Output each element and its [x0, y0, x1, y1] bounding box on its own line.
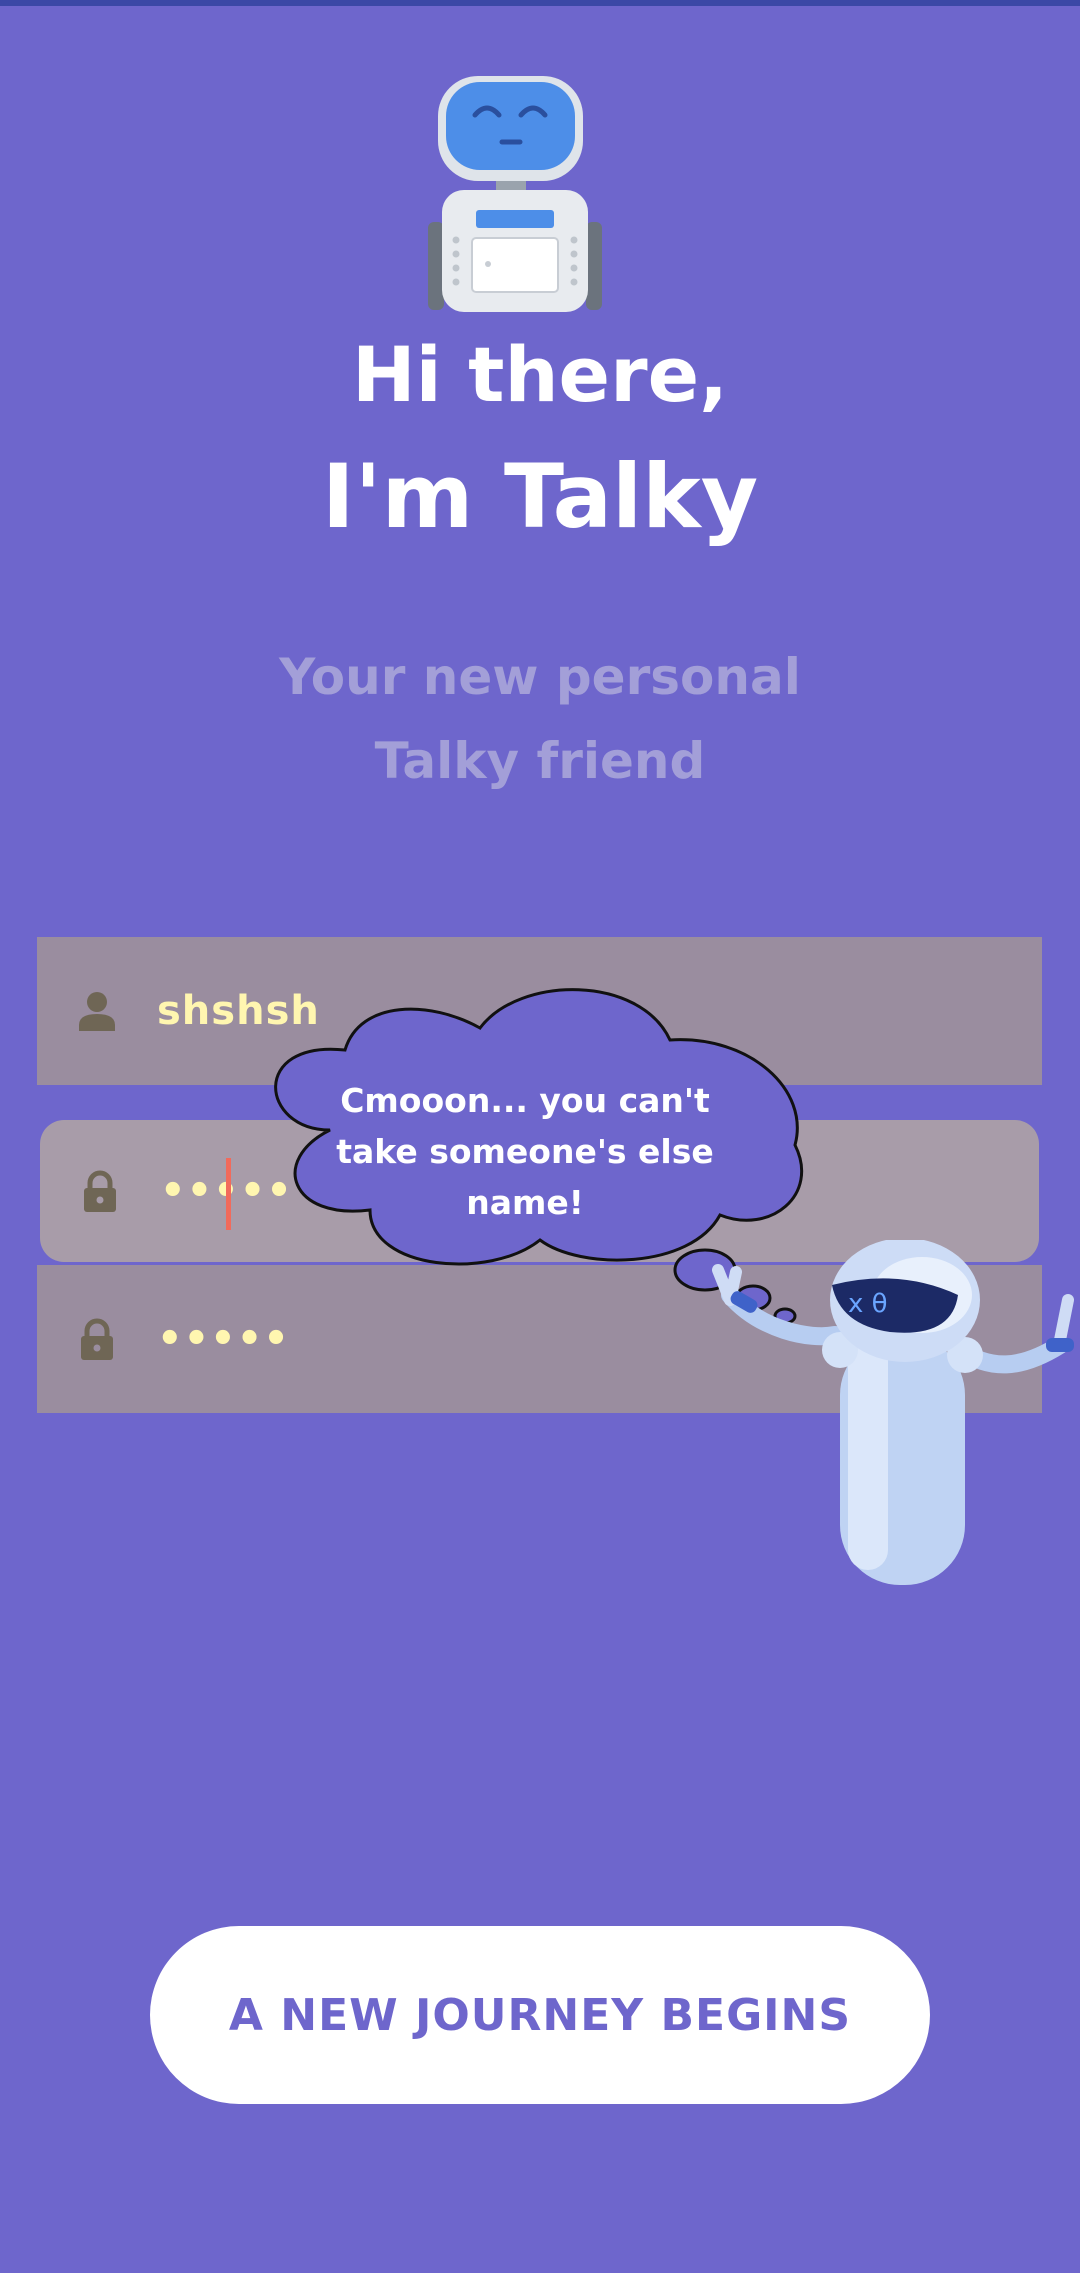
subtitle-line-1: Your new personal — [279, 648, 801, 706]
text-cursor — [226, 1158, 231, 1230]
bubble-line-1: Cmooon... you can't — [340, 1081, 710, 1120]
person-icon — [79, 992, 115, 1031]
app-name-title: I'm Talky — [321, 445, 759, 548]
bubble-line-2: take someone's else — [336, 1132, 714, 1171]
robot-icon — [428, 76, 602, 312]
lock-icon — [81, 1318, 113, 1360]
status-bar — [0, 0, 1080, 6]
journey-begins-button[interactable]: A NEW JOURNEY BEGINS — [150, 1926, 930, 2104]
lock-icon — [84, 1170, 116, 1212]
greeting-title: Hi there, — [352, 330, 728, 419]
thought-bubble-text: Cmooon... you can't take someone's else … — [330, 1075, 720, 1228]
subtitle-line-2: Talky friend — [374, 732, 706, 790]
waving-robot-icon: x θ — [712, 1240, 1074, 1585]
bubble-line-3: name! — [466, 1183, 584, 1222]
svg-text:x θ: x θ — [848, 1289, 888, 1319]
